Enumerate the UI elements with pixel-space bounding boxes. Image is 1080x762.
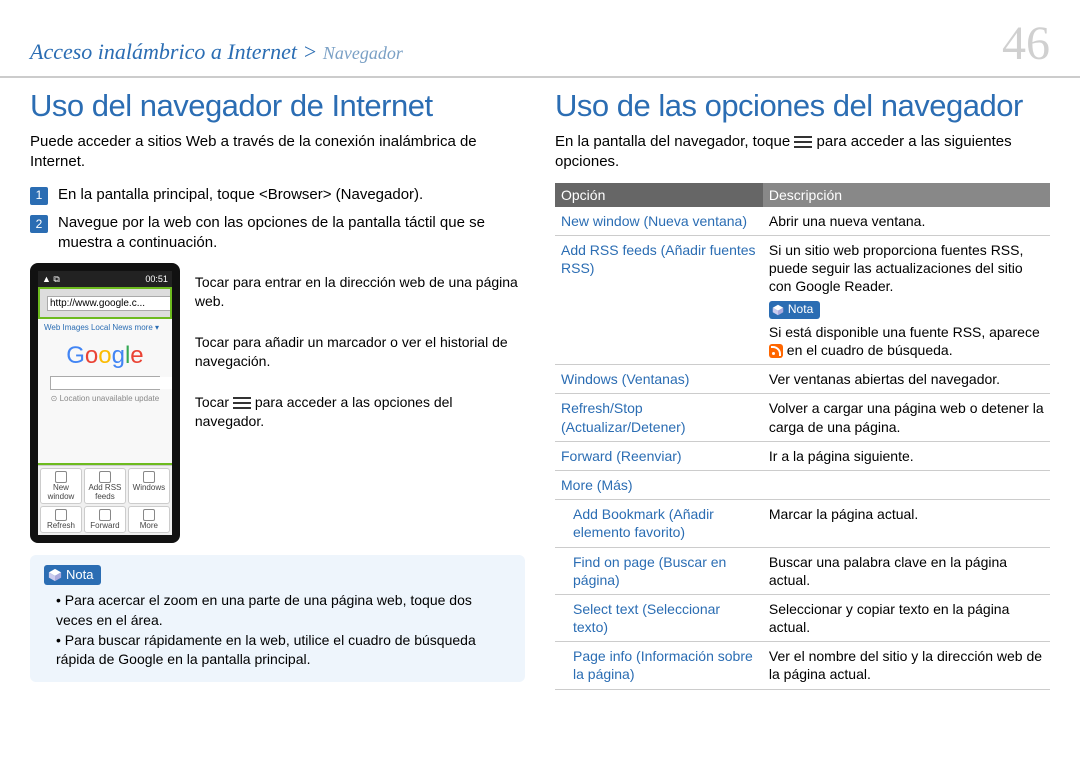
callout-menu: Tocar para acceder a las opciones del na… <box>195 393 525 431</box>
menu-more[interactable]: More <box>128 506 170 533</box>
menu-add-rss[interactable]: Add RSS feeds <box>84 468 126 504</box>
th-desc: Descripción <box>763 183 1050 207</box>
breadcrumb-sep: > <box>303 39 318 64</box>
menu-windows[interactable]: Windows <box>128 468 170 504</box>
cube-icon <box>772 304 784 316</box>
browser-body: Web Images Local News more ▾ Google 🔍 ⊙ … <box>38 319 172 407</box>
screenshot-block: ▲ ⧉ 00:51 ◫ Web Images Local News more ▾… <box>30 263 525 543</box>
step-text-1: En la pantalla principal, toque <Browser… <box>58 185 423 205</box>
cube-icon <box>48 568 62 582</box>
phone-options-menu: New window Add RSS feeds Windows Refresh… <box>38 465 172 535</box>
search-input[interactable] <box>51 377 172 389</box>
intro-left: Puede acceder a sitios Web a través de l… <box>30 132 525 173</box>
page-header: Acceso inalámbrico a Internet > Navegado… <box>0 0 1080 78</box>
options-table: Opción Descripción New window (Nueva ven… <box>555 183 1050 690</box>
note-badge-inline: Nota <box>769 301 820 319</box>
status-icons: ▲ ⧉ <box>42 274 60 285</box>
url-bar: ◫ <box>40 289 170 317</box>
section-title-left: Uso del navegador de Internet <box>30 88 525 124</box>
menu-icon <box>794 136 812 148</box>
table-row: Find on page (Buscar en página)Buscar un… <box>555 547 1050 594</box>
table-row: Add Bookmark (Añadir elemento favorito)M… <box>555 500 1050 547</box>
note-label: Nota <box>66 566 93 584</box>
menu-icon <box>233 397 251 409</box>
location-text: ⊙ Location unavailable update <box>44 394 166 403</box>
intro-right: En la pantalla del navegador, toque para… <box>555 132 1050 173</box>
status-bar: ▲ ⧉ 00:51 <box>38 271 172 287</box>
url-input[interactable] <box>47 296 180 311</box>
search-icon[interactable]: 🔍 <box>172 377 180 389</box>
menu-forward[interactable]: Forward <box>84 506 126 533</box>
menu-new-window[interactable]: New window <box>40 468 82 504</box>
search-box[interactable]: 🔍 <box>50 376 160 390</box>
step-2: 2 Navegue por la web con las opciones de… <box>30 213 525 254</box>
page-number: 46 <box>1002 20 1050 68</box>
callout-bookmark: Tocar para añadir un marcador o ver el h… <box>195 333 525 371</box>
google-logo: Google <box>44 342 166 370</box>
table-row: Windows (Ventanas)Ver ventanas abiertas … <box>555 365 1050 394</box>
inline-note-text: Si está disponible una fuente RSS, apare… <box>769 323 1044 359</box>
callout-url: Tocar para entrar en la dirección web de… <box>195 273 525 311</box>
table-row: Page info (Información sobre la página)V… <box>555 642 1050 689</box>
table-row: More (Más) <box>555 470 1050 499</box>
table-row: New window (Nueva ventana)Abrir una nuev… <box>555 207 1050 236</box>
rss-icon <box>769 344 783 358</box>
steps-list: 1 En la pantalla principal, toque <Brows… <box>30 185 525 254</box>
breadcrumb-main: Acceso inalámbrico a Internet <box>30 39 297 64</box>
table-row: Forward (Reenviar)Ir a la página siguien… <box>555 441 1050 470</box>
section-title-right: Uso de las opciones del navegador <box>555 88 1050 124</box>
left-column: Uso del navegador de Internet Puede acce… <box>30 88 525 690</box>
status-time: 00:51 <box>145 274 168 284</box>
table-row: Add RSS feeds (Añadir fuentes RSS) Si un… <box>555 235 1050 365</box>
note-box-left: Nota Para acercar el zoom en una parte d… <box>30 555 525 682</box>
note-list: Para acercar el zoom en una parte de una… <box>44 591 511 669</box>
step-1: 1 En la pantalla principal, toque <Brows… <box>30 185 525 205</box>
breadcrumb-sub: Navegador <box>323 43 403 63</box>
step-text-2: Navegue por la web con las opciones de l… <box>58 213 525 254</box>
step-num-2: 2 <box>30 215 48 233</box>
breadcrumb: Acceso inalámbrico a Internet > Navegado… <box>30 39 403 65</box>
callouts: Tocar para entrar en la dirección web de… <box>195 263 525 543</box>
note-badge: Nota <box>44 565 101 585</box>
note-item-2: Para buscar rápidamente en la web, utili… <box>56 631 511 670</box>
google-tabs: Web Images Local News more ▾ <box>44 323 166 332</box>
table-row: Select text (Seleccionar texto)Seleccion… <box>555 594 1050 641</box>
menu-refresh[interactable]: Refresh <box>40 506 82 533</box>
step-num-1: 1 <box>30 187 48 205</box>
table-row: Refresh/Stop (Actualizar/Detener)Volver … <box>555 394 1050 441</box>
phone-frame: ▲ ⧉ 00:51 ◫ Web Images Local News more ▾… <box>30 263 180 543</box>
th-option: Opción <box>555 183 763 207</box>
right-column: Uso de las opciones del navegador En la … <box>555 88 1050 690</box>
note-item-1: Para acercar el zoom en una parte de una… <box>56 591 511 630</box>
